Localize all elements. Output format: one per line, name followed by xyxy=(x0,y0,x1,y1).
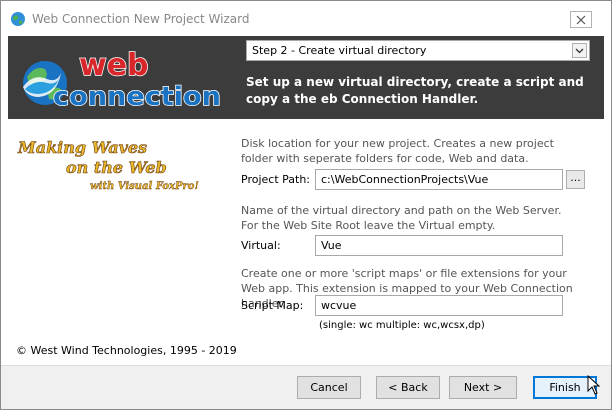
app-globe-icon xyxy=(11,12,25,26)
button-bar: Cancel < Back Next > Finish xyxy=(1,365,611,409)
making-waves-tagline: Making Waves on the Web with Visual FoxP… xyxy=(17,138,199,192)
step-select-value: Step 2 - Create virtual directory xyxy=(252,44,427,57)
back-button[interactable]: < Back xyxy=(376,376,440,399)
script-map-note: (single: wc multiple: wc,wcsx,dp) xyxy=(319,320,485,331)
tagline-line1: Making Waves xyxy=(17,138,147,157)
close-button[interactable] xyxy=(570,11,592,28)
chevron-down-icon xyxy=(575,48,584,53)
virtual-label: Virtual: xyxy=(241,239,281,252)
step-select[interactable]: Step 2 - Create virtual directory xyxy=(246,40,590,61)
virtual-input[interactable] xyxy=(316,236,562,255)
tagline-line2: on the Web xyxy=(66,158,167,177)
mouse-pointer-icon xyxy=(587,375,601,395)
logo-connection-text: connection xyxy=(53,82,221,112)
wizard-window: Web Connection New Project Wizard web co… xyxy=(0,0,612,410)
project-path-input[interactable] xyxy=(316,170,562,189)
project-path-hint: Disk location for your new project. Crea… xyxy=(241,137,554,165)
step-description: Set up a new virtual directory, create a… xyxy=(246,75,584,106)
web-connection-logo: web connection xyxy=(23,47,222,113)
browse-button[interactable]: ... xyxy=(566,170,585,189)
wizard-header: web connection Step 2 - Create virtual d… xyxy=(8,36,604,119)
virtual-field[interactable] xyxy=(315,235,563,256)
project-path-field[interactable] xyxy=(315,169,563,190)
script-map-field[interactable] xyxy=(315,295,563,316)
window-title: Web Connection New Project Wizard xyxy=(32,12,250,26)
virtual-hint: Name of the virtual directory and path o… xyxy=(241,204,562,232)
cancel-button[interactable]: Cancel xyxy=(297,376,361,399)
close-icon xyxy=(576,15,586,24)
logo-web-text: web xyxy=(79,48,149,83)
project-path-label: Project Path: xyxy=(241,173,311,186)
step-select-arrow[interactable] xyxy=(572,43,587,58)
next-button[interactable]: Next > xyxy=(449,376,517,399)
script-map-label: Script Map: xyxy=(241,299,304,312)
script-map-input[interactable] xyxy=(316,296,562,315)
tagline-line3: with Visual FoxPro! xyxy=(90,181,199,192)
copyright-text: © West Wind Technologies, 1995 - 2019 xyxy=(16,344,237,357)
title-bar: Web Connection New Project Wizard xyxy=(1,1,611,34)
